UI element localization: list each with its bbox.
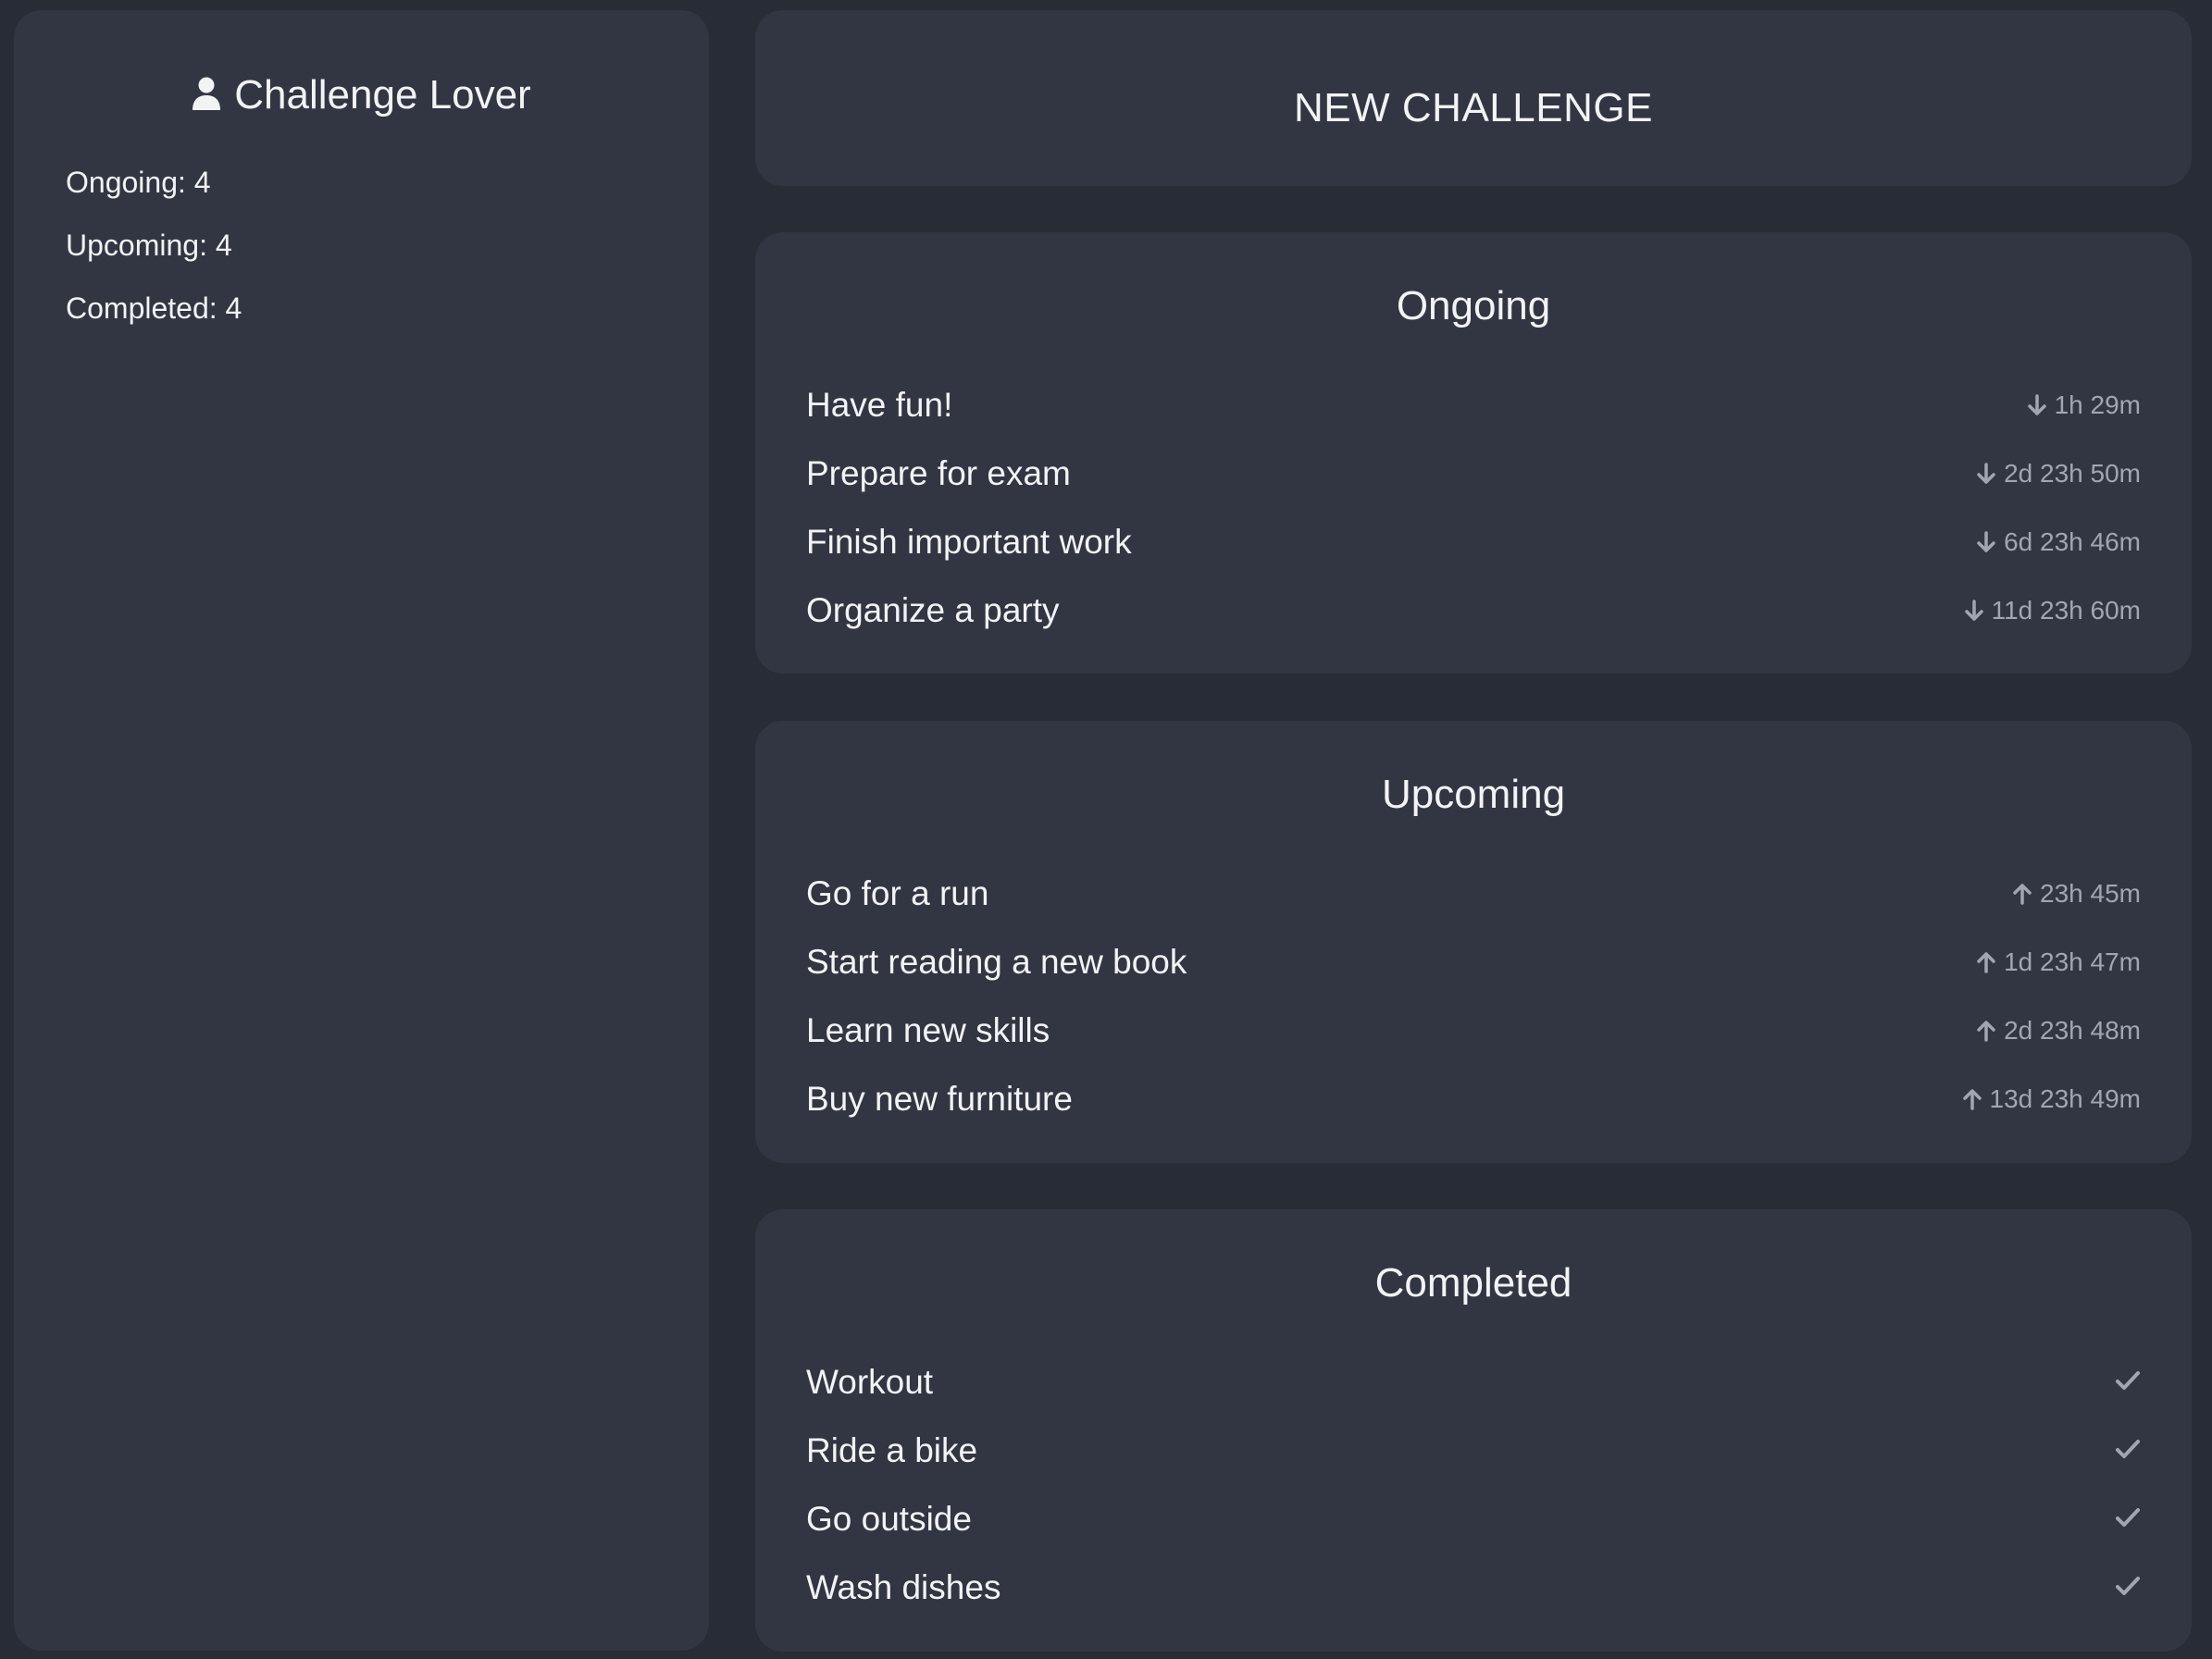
time-value: 11d 23h 60m bbox=[1991, 596, 2141, 625]
challenge-name: Start reading a new book bbox=[806, 943, 1187, 981]
challenge-name: Prepare for exam bbox=[806, 454, 1071, 492]
time-value: 1d 23h 47m bbox=[2004, 947, 2141, 976]
arrow-down-icon bbox=[1977, 531, 1995, 552]
arrow-up-icon bbox=[2013, 884, 2032, 905]
challenge-item[interactable]: Ride a bike bbox=[806, 1417, 2141, 1485]
challenge-name: Finish important work bbox=[806, 523, 1132, 561]
check-icon bbox=[2115, 1506, 2141, 1533]
ongoing-title: Ongoing bbox=[1396, 283, 1551, 328]
challenge-item[interactable]: Organize a party 11d 23h 60m bbox=[806, 576, 2141, 645]
stat-ongoing: Ongoing: 4 bbox=[66, 166, 211, 199]
check-icon bbox=[2115, 1369, 2141, 1396]
challenge-name: Learn new skills bbox=[806, 1011, 1050, 1049]
completed-card: Completed Workout Ride a bike Go outside… bbox=[755, 1209, 2192, 1652]
time-until-start: 1d 23h 47m bbox=[1976, 944, 2141, 981]
stat-completed: Completed: 4 bbox=[66, 291, 242, 325]
time-value: 6d 23h 46m bbox=[2004, 527, 2141, 556]
time-value: 13d 23h 49m bbox=[1989, 1084, 2141, 1113]
challenge-item[interactable]: Learn new skills 2d 23h 48m bbox=[806, 997, 2141, 1065]
arrow-down-icon bbox=[2027, 394, 2046, 415]
challenge-name: Go outside bbox=[806, 1500, 972, 1538]
stat-upcoming: Upcoming: 4 bbox=[66, 229, 232, 262]
challenge-name: Go for a run bbox=[806, 874, 989, 912]
arrow-down-icon bbox=[1964, 600, 1983, 621]
completed-title: Completed bbox=[1374, 1260, 1572, 1306]
challenge-item[interactable]: Wash dishes bbox=[806, 1554, 2141, 1622]
challenge-name: Have fun! bbox=[806, 386, 953, 424]
challenge-name: Organize a party bbox=[806, 591, 1060, 629]
new-challenge-button[interactable]: NEW CHALLENGE bbox=[755, 10, 2192, 186]
challenge-name: Buy new furniture bbox=[806, 1080, 1073, 1118]
profile-sidebar: Challenge Lover Ongoing: 4 Upcoming: 4 C… bbox=[14, 10, 709, 1651]
completed-list: Workout Ride a bike Go outside Wash dish… bbox=[806, 1348, 2141, 1622]
arrow-up-icon bbox=[1977, 1021, 1995, 1042]
user-icon bbox=[192, 69, 221, 110]
challenge-item[interactable]: Buy new furniture 13d 23h 49m bbox=[806, 1065, 2141, 1133]
time-remaining: 6d 23h 46m bbox=[1976, 524, 2141, 561]
challenge-item[interactable]: Go for a run 23h 45m bbox=[806, 860, 2141, 928]
upcoming-list: Go for a run 23h 45m Start reading a new… bbox=[806, 860, 2141, 1133]
stats-list: Ongoing: 4 Upcoming: 4 Completed: 4 bbox=[66, 162, 242, 351]
time-until-start: 13d 23h 49m bbox=[1962, 1081, 2141, 1118]
profile-header: Challenge Lover bbox=[14, 68, 709, 123]
profile-name: Challenge Lover bbox=[234, 72, 531, 118]
check-icon bbox=[2115, 1575, 2141, 1602]
time-remaining: 1h 29m bbox=[2027, 387, 2141, 424]
check-icon bbox=[2115, 1438, 2141, 1465]
challenge-name: Workout bbox=[806, 1363, 934, 1401]
ongoing-card: Ongoing Have fun! 1h 29m Prepare for exa… bbox=[755, 232, 2192, 674]
upcoming-title: Upcoming bbox=[1381, 772, 1566, 817]
time-remaining: 11d 23h 60m bbox=[1964, 592, 2141, 629]
time-until-start: 23h 45m bbox=[2012, 875, 2141, 912]
challenge-item[interactable]: Finish important work 6d 23h 46m bbox=[806, 508, 2141, 576]
ongoing-list: Have fun! 1h 29m Prepare for exam 2d 23h… bbox=[806, 371, 2141, 645]
challenge-item[interactable]: Start reading a new book 1d 23h 47m bbox=[806, 928, 2141, 997]
challenge-name: Ride a bike bbox=[806, 1431, 978, 1469]
challenge-name: Wash dishes bbox=[806, 1568, 1001, 1606]
time-value: 2d 23h 50m bbox=[2004, 459, 2141, 488]
time-value: 23h 45m bbox=[2040, 879, 2141, 908]
time-remaining: 2d 23h 50m bbox=[1976, 455, 2141, 492]
arrow-up-icon bbox=[1962, 1089, 1982, 1110]
arrow-up-icon bbox=[1977, 952, 1995, 973]
challenge-item[interactable]: Workout bbox=[806, 1348, 2141, 1417]
arrow-down-icon bbox=[1977, 463, 1995, 484]
challenge-item[interactable]: Have fun! 1h 29m bbox=[806, 371, 2141, 440]
time-until-start: 2d 23h 48m bbox=[1976, 1012, 2141, 1049]
time-value: 1h 29m bbox=[2054, 390, 2141, 419]
challenge-item[interactable]: Go outside bbox=[806, 1485, 2141, 1554]
new-challenge-label: NEW CHALLENGE bbox=[1294, 85, 1653, 130]
time-value: 2d 23h 48m bbox=[2004, 1016, 2141, 1045]
challenge-item[interactable]: Prepare for exam 2d 23h 50m bbox=[806, 440, 2141, 508]
upcoming-card: Upcoming Go for a run 23h 45m Start read… bbox=[755, 721, 2192, 1163]
